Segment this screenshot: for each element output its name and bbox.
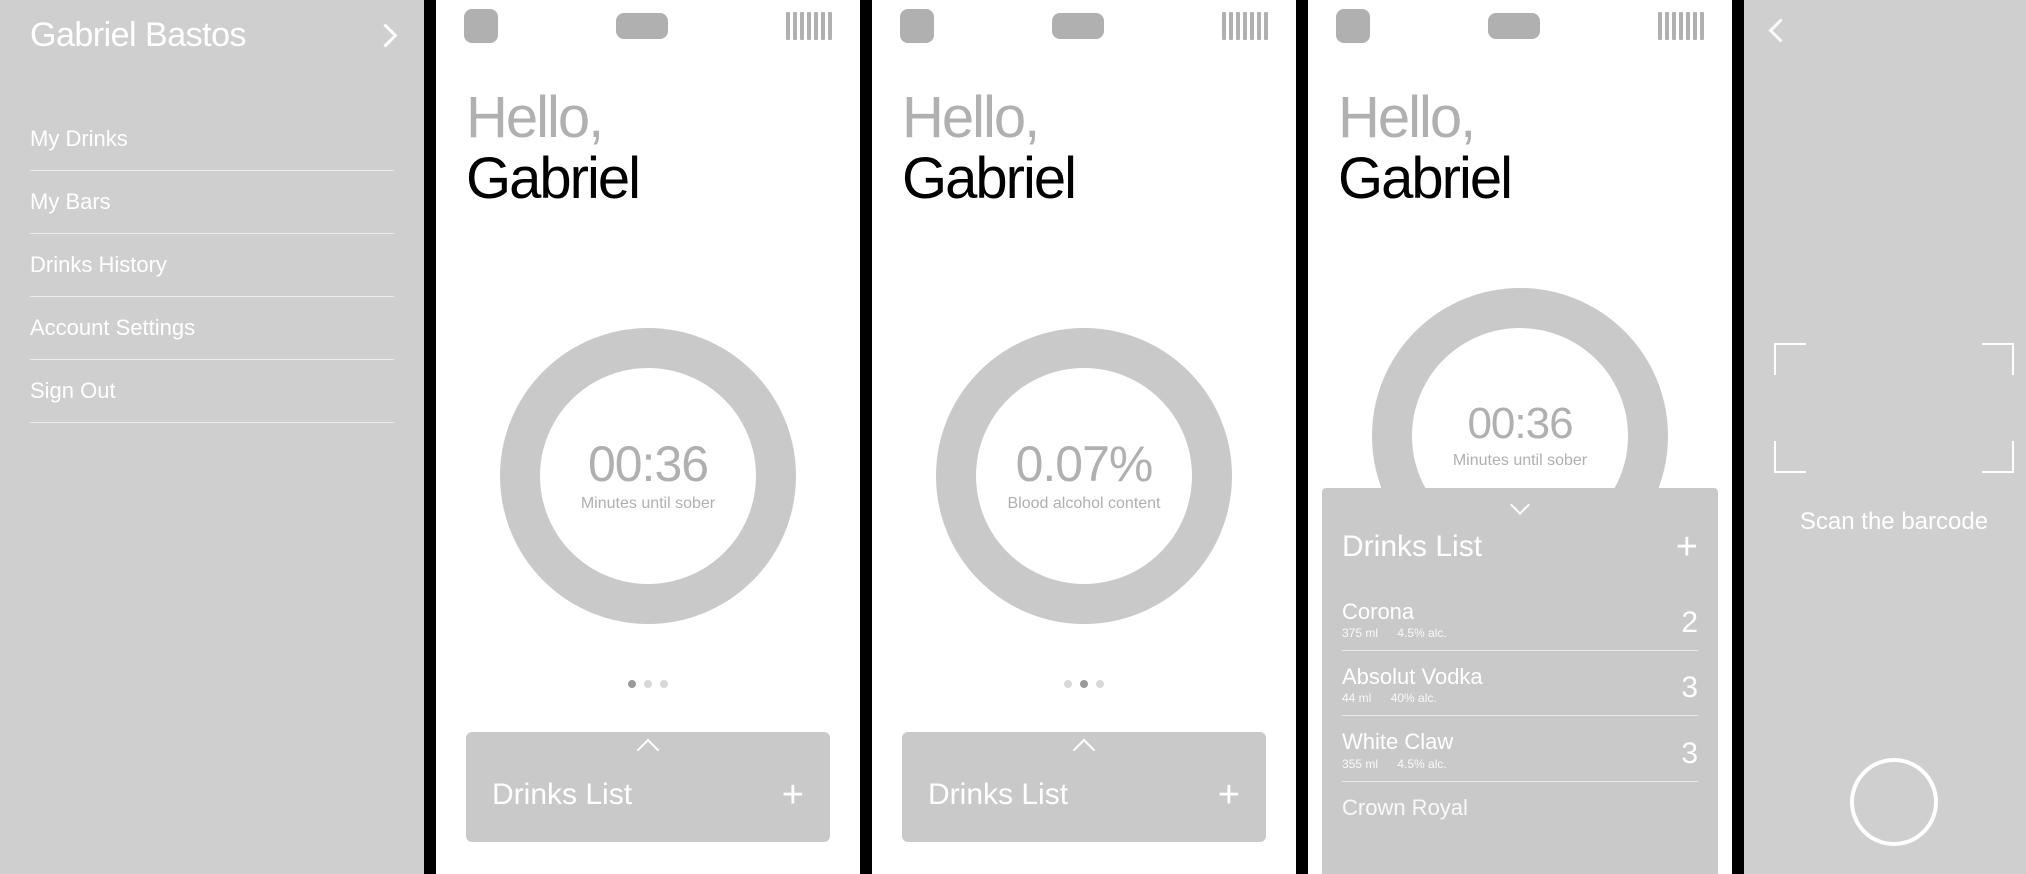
drink-name: Corona [1342, 600, 1463, 624]
home-screen-bac: Hello, Gabriel 0.07% Blood alcohol conte… [872, 0, 1296, 874]
greeting-hello: Hello, [466, 88, 639, 149]
home-screen-drinks-expanded: Hello, Gabriel 00:36 Minutes until sober… [1308, 0, 1732, 874]
status-center-icon [616, 13, 668, 39]
page-dot-1[interactable] [1064, 680, 1072, 688]
drink-alc: 4.5% alc. [1397, 757, 1446, 771]
scan-frame-corner [1774, 441, 1806, 473]
scan-frame-corner [1982, 343, 2014, 375]
status-left-icon [1336, 9, 1370, 43]
drink-name: Crown Royal [1342, 796, 1468, 820]
drink-alc: 40% alc. [1391, 691, 1437, 705]
barcode-icon[interactable] [1222, 12, 1268, 40]
menu-screen: Gabriel Bastos My Drinks My Bars Drinks … [0, 0, 424, 874]
menu-item-my-drinks[interactable]: My Drinks [30, 108, 394, 171]
status-bar [872, 6, 1296, 46]
status-left-icon [900, 9, 934, 43]
page-dot-3[interactable] [660, 680, 668, 688]
drink-row-crownroyal[interactable]: Crown Royal [1342, 782, 1698, 830]
drink-row-whiteclaw[interactable]: White Claw 355 ml 4.5% alc. 3 [1342, 716, 1698, 781]
add-drink-button[interactable]: + [782, 776, 804, 814]
status-bar [436, 6, 860, 46]
greeting-name: Gabriel [1338, 149, 1511, 210]
menu-item-drinks-history[interactable]: Drinks History [30, 234, 394, 297]
sober-time-label: Minutes until sober [1453, 452, 1587, 470]
shutter-button[interactable] [1850, 758, 1938, 846]
greeting: Hello, Gabriel [902, 88, 1075, 210]
scanner-screen: Scan the barcode [1744, 0, 2026, 874]
barcode-icon[interactable] [786, 12, 832, 40]
home-screen-minutes: Hello, Gabriel 00:36 Minutes until sober… [436, 0, 860, 874]
drinks-list-title: Drinks List [928, 778, 1068, 812]
drink-count: 2 [1681, 606, 1698, 640]
drinks-list-panel-collapsed[interactable]: Drinks List + [466, 732, 830, 842]
back-button[interactable] [1768, 18, 1792, 42]
sober-time-value: 00:36 [1467, 402, 1572, 446]
status-center-icon [1052, 13, 1104, 39]
drink-alc: 4.5% alc. [1397, 626, 1446, 640]
drink-volume: 375 ml [1342, 626, 1378, 640]
sober-ring[interactable]: 00:36 Minutes until sober [500, 328, 796, 624]
scan-frame-corner [1982, 441, 2014, 473]
menu-user-name[interactable]: Gabriel Bastos [30, 16, 246, 55]
drink-count: 3 [1681, 737, 1698, 771]
scan-frame [1774, 343, 2014, 473]
page-dots[interactable] [1064, 680, 1104, 688]
drinks-list-title: Drinks List [492, 778, 632, 812]
chevron-up-icon[interactable] [1073, 739, 1096, 762]
drinks-list-title: Drinks List [1342, 530, 1482, 564]
scan-frame-corner [1774, 343, 1806, 375]
chevron-up-icon[interactable] [637, 739, 660, 762]
bac-value: 0.07% [1016, 439, 1153, 489]
chevron-right-icon[interactable] [373, 23, 397, 47]
sober-time-label: Minutes until sober [581, 495, 715, 513]
menu-item-account-settings[interactable]: Account Settings [30, 297, 394, 360]
menu-item-sign-out[interactable]: Sign Out [30, 360, 394, 423]
greeting-hello: Hello, [902, 88, 1075, 149]
status-bar [1308, 6, 1732, 46]
drinks-list-panel-collapsed[interactable]: Drinks List + [902, 732, 1266, 842]
scan-prompt: Scan the barcode [1744, 508, 2026, 536]
drinks-list-panel-expanded[interactable]: Drinks List + Corona 375 ml 4.5% alc. 2 [1322, 488, 1718, 874]
status-left-icon [464, 9, 498, 43]
bac-label: Blood alcohol content [1008, 495, 1161, 513]
sober-time-value: 00:36 [588, 439, 708, 489]
page-dot-3[interactable] [1096, 680, 1104, 688]
drink-name: White Claw [1342, 730, 1463, 754]
drink-row-corona[interactable]: Corona 375 ml 4.5% alc. 2 [1342, 586, 1698, 651]
add-drink-button[interactable]: + [1218, 776, 1240, 814]
drink-volume: 44 ml [1342, 691, 1371, 705]
greeting-name: Gabriel [902, 149, 1075, 210]
drink-row-absolut[interactable]: Absolut Vodka 44 ml 40% alc. 3 [1342, 651, 1698, 716]
greeting: Hello, Gabriel [1338, 88, 1511, 210]
page-dots[interactable] [628, 680, 668, 688]
add-drink-button[interactable]: + [1676, 528, 1698, 566]
menu-list: My Drinks My Bars Drinks History Account… [30, 108, 394, 423]
greeting-hello: Hello, [1338, 88, 1511, 149]
page-dot-1[interactable] [628, 680, 636, 688]
drink-volume: 355 ml [1342, 757, 1378, 771]
status-center-icon [1488, 13, 1540, 39]
drink-count: 3 [1681, 671, 1698, 705]
greeting: Hello, Gabriel [466, 88, 639, 210]
drink-name: Absolut Vodka [1342, 665, 1483, 689]
bac-ring[interactable]: 0.07% Blood alcohol content [936, 328, 1232, 624]
greeting-name: Gabriel [466, 149, 639, 210]
page-dot-2[interactable] [1080, 680, 1088, 688]
menu-item-my-bars[interactable]: My Bars [30, 171, 394, 234]
page-dot-2[interactable] [644, 680, 652, 688]
barcode-icon[interactable] [1658, 12, 1704, 40]
